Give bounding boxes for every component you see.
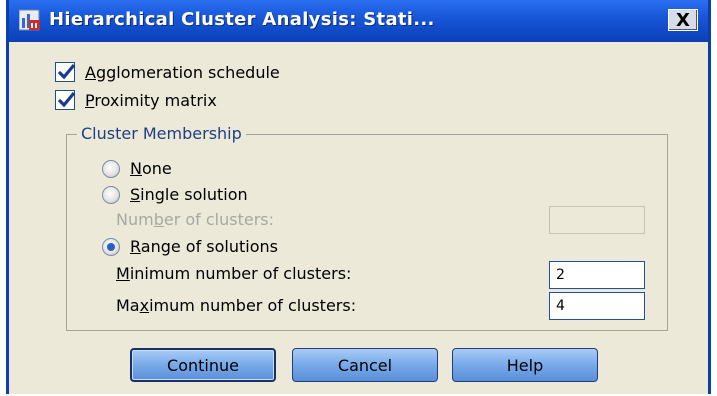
range-of-solutions-radio[interactable]: Range of solutions — [102, 237, 278, 256]
radio-button-selected[interactable] — [102, 237, 120, 256]
agglomeration-schedule-checkbox[interactable]: Agglomeration schedule — [55, 62, 280, 82]
checkbox-box[interactable] — [55, 90, 76, 110]
title-bar[interactable]: Hierarchical Cluster Analysis: Stati... … — [9, 0, 708, 42]
maximum-clusters-input[interactable]: 4 — [549, 292, 645, 320]
close-button[interactable]: X — [668, 9, 698, 31]
proximity-matrix-checkbox[interactable]: Proximity matrix — [55, 90, 217, 110]
spss-app-icon — [18, 8, 41, 32]
minimum-clusters-label: Minimum number of clusters: — [116, 264, 352, 283]
single-solution-label: Single solution — [130, 185, 248, 204]
continue-button[interactable]: Continue — [130, 348, 276, 382]
none-label: None — [130, 159, 172, 178]
cancel-button[interactable]: Cancel — [292, 348, 438, 382]
number-of-clusters-label: Number of clusters: — [116, 210, 275, 229]
statistics-dialog: Hierarchical Cluster Analysis: Stati... … — [6, 0, 711, 394]
single-solution-radio[interactable]: Single solution — [102, 185, 248, 204]
radio-button[interactable] — [102, 185, 120, 204]
proximity-matrix-label: Proximity matrix — [85, 90, 217, 110]
help-button[interactable]: Help — [452, 348, 598, 382]
window-title: Hierarchical Cluster Analysis: Stati... — [49, 9, 435, 30]
range-of-solutions-label: Range of solutions — [130, 237, 278, 256]
minimum-clusters-input[interactable]: 2 — [549, 261, 645, 289]
none-radio[interactable]: None — [102, 159, 172, 178]
maximum-clusters-label: Maximum number of clusters: — [116, 296, 357, 315]
checkbox-box[interactable] — [55, 62, 76, 82]
close-icon: X — [676, 9, 690, 31]
cluster-membership-title: Cluster Membership — [77, 124, 246, 143]
agglomeration-schedule-label: Agglomeration schedule — [85, 62, 280, 82]
radio-button[interactable] — [102, 159, 120, 178]
number-of-clusters-input[interactable] — [549, 206, 645, 234]
